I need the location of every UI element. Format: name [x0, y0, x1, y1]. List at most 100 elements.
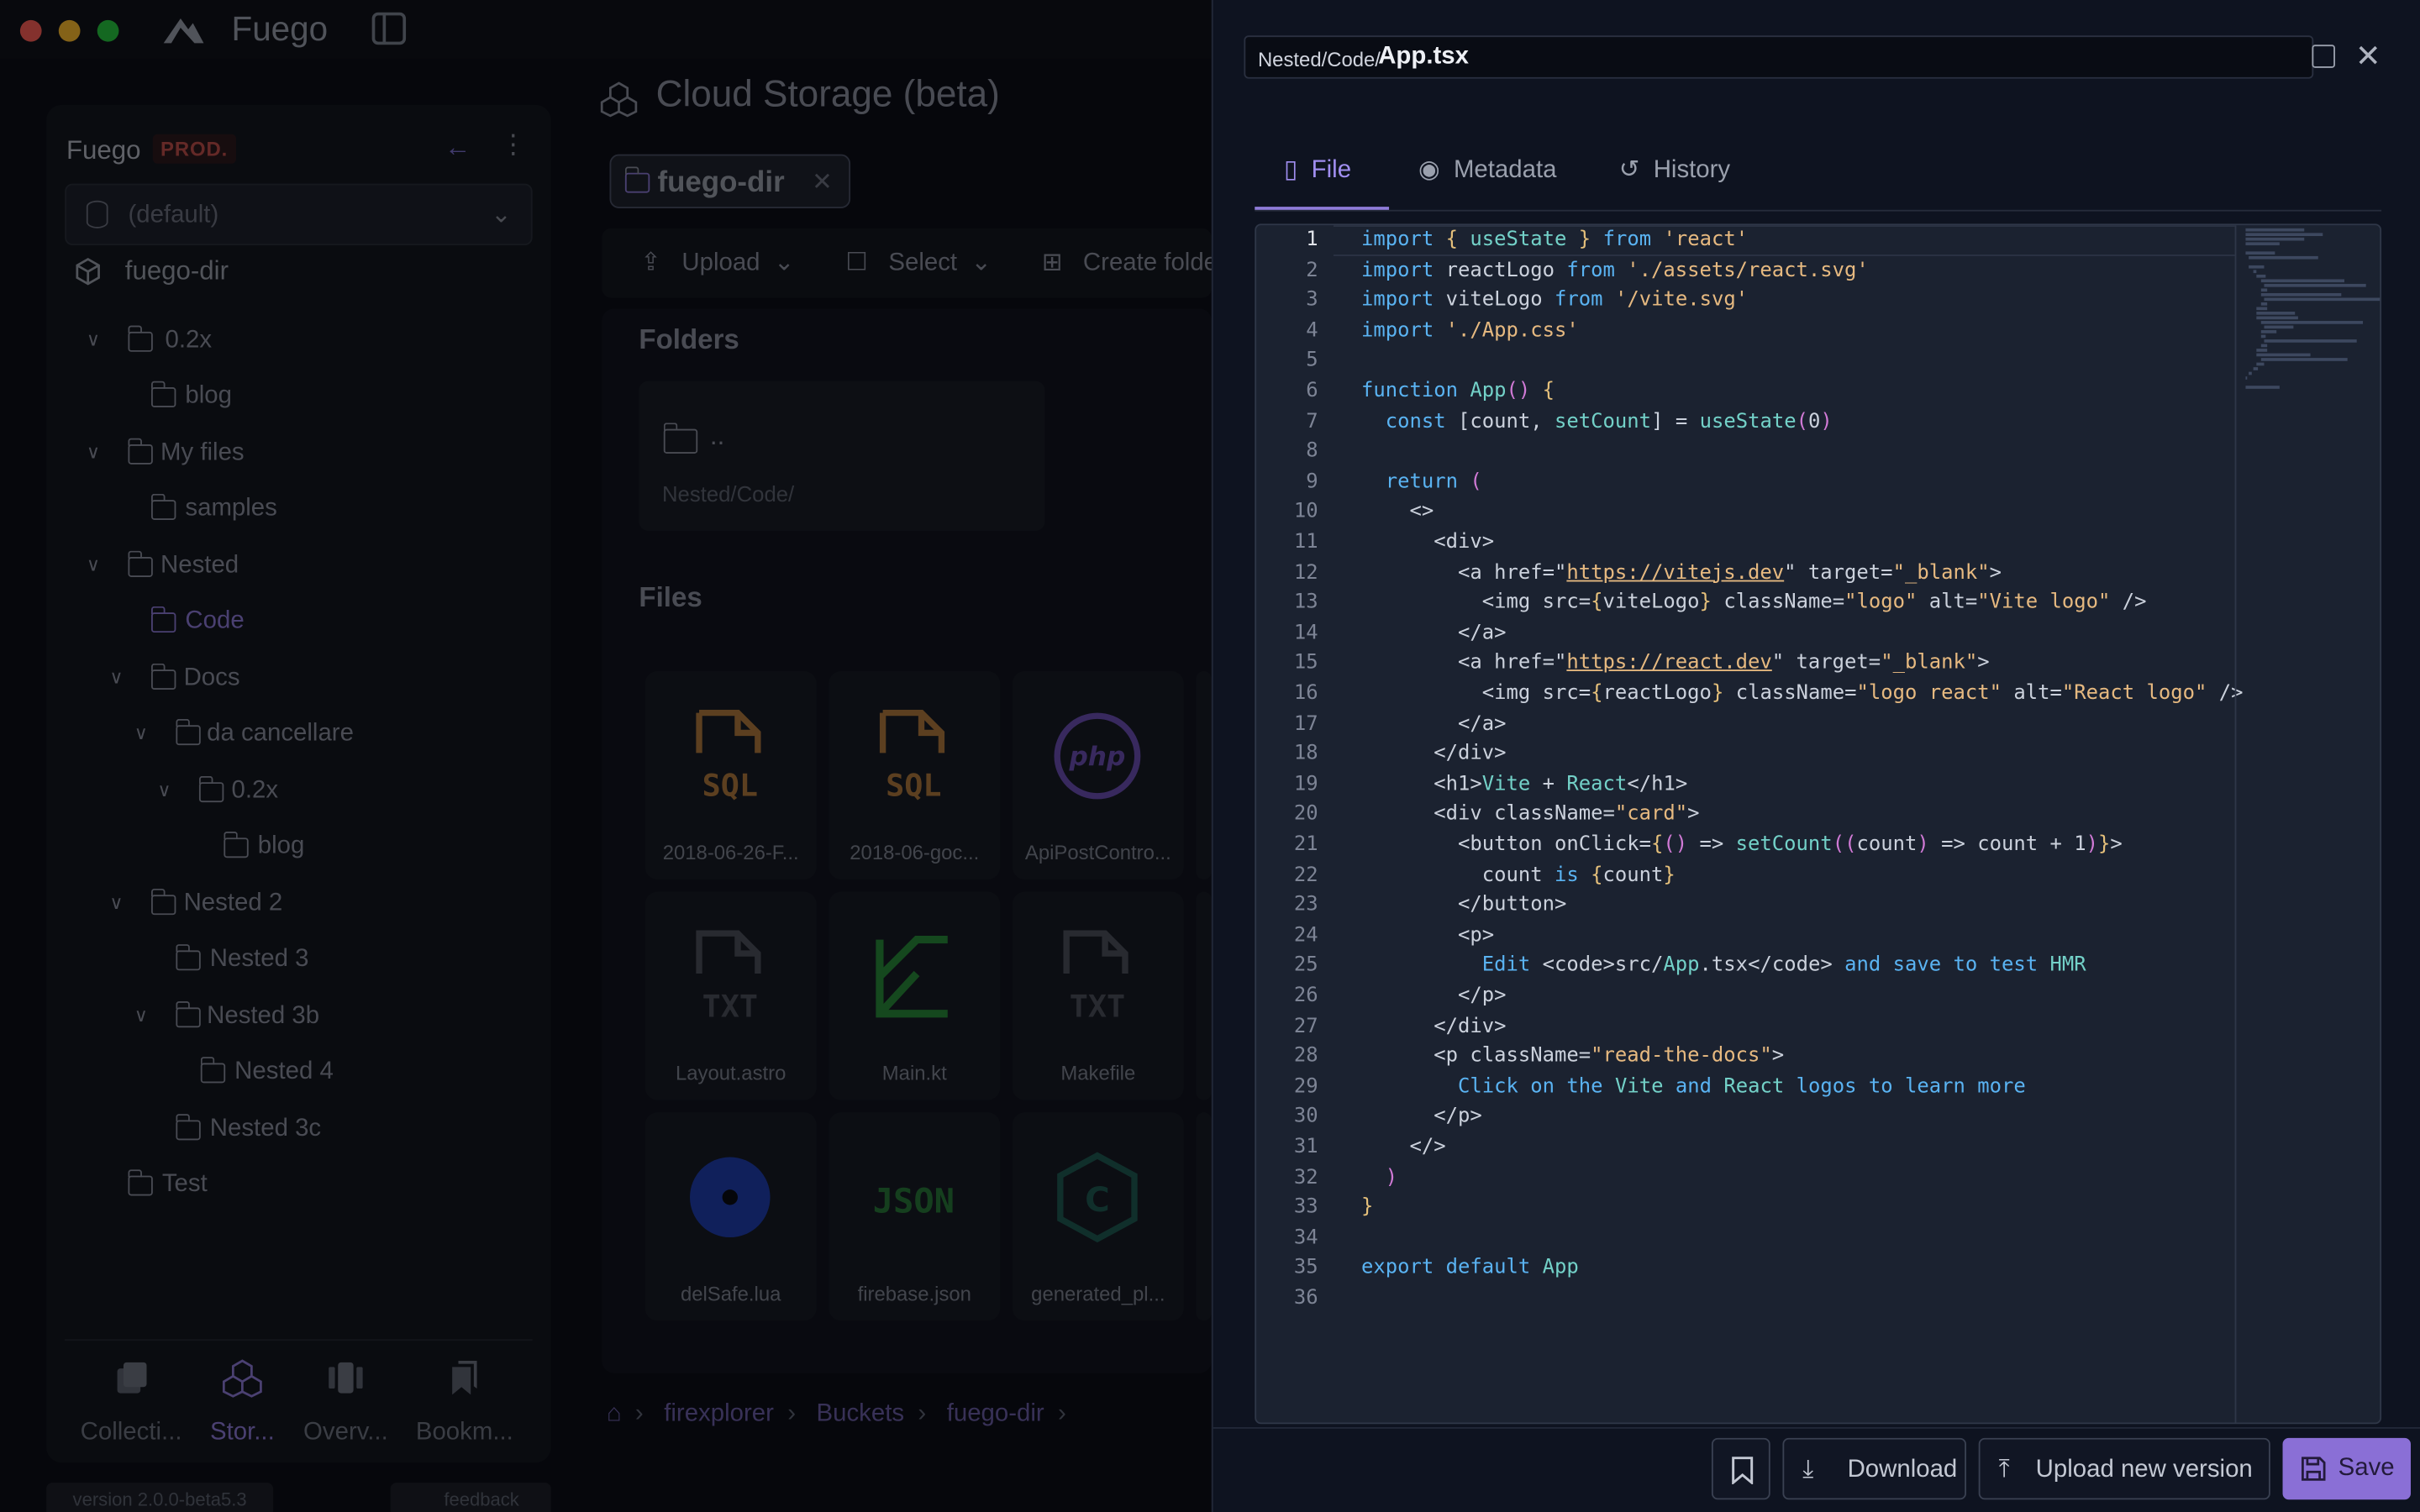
line-number: 15 [1293, 651, 1318, 675]
minimap-line [2245, 228, 2305, 232]
code-line[interactable]: <a href="https://react.dev" target="_bla… [1361, 652, 1990, 675]
minimap-line [2245, 242, 2280, 246]
line-number: 36 [1293, 1286, 1318, 1310]
line-number: 25 [1293, 953, 1318, 978]
code-line[interactable]: <> [1361, 501, 1434, 524]
file-icon: ▯ [1284, 157, 1298, 184]
line-number: 22 [1293, 863, 1318, 887]
minimap-line [2245, 251, 2275, 255]
code-line[interactable]: </p> [1361, 1105, 1482, 1129]
tab-history-label: History [1653, 157, 1731, 184]
code-line[interactable]: </> [1361, 1136, 1445, 1159]
tab-metadata[interactable]: ◉ Metadata [1418, 155, 1557, 186]
tab-file-label: File [1311, 157, 1352, 184]
modal-backdrop[interactable] [0, 0, 1212, 1512]
code-line[interactable]: <p> [1361, 924, 1494, 948]
line-number: 32 [1293, 1165, 1318, 1189]
code-line[interactable]: <h1>Vite + React</h1> [1361, 773, 1687, 796]
save-label: Save [2338, 1455, 2395, 1482]
line-number: 7 [1306, 409, 1318, 433]
code-line[interactable]: Click on the Vite and React logos to lea… [1361, 1075, 2026, 1099]
line-number: 33 [1293, 1195, 1318, 1220]
minimap-line [2260, 334, 2266, 339]
code-line[interactable]: <button onClick={() => setCount((count) … [1361, 833, 2123, 857]
minimap[interactable] [2234, 225, 2381, 1423]
file-drawer: Nested/Code/ App.tsx ✕ ▯ File ◉ Metadata… [1211, 0, 2420, 1512]
minimap-line [2260, 292, 2343, 297]
line-number: 26 [1293, 984, 1318, 1008]
code-editor[interactable]: 1 2 3 4 5 6 7 8 9 10 11 12 13 14 15 16 17 18 19 20 21 22 23 24 2… [1255, 223, 2382, 1425]
line-number: 31 [1293, 1135, 1318, 1159]
tab-file[interactable]: ▯ File [1284, 155, 1351, 186]
code-line[interactable]: ) [1361, 1166, 1397, 1189]
code-line[interactable]: </p> [1361, 984, 1507, 1008]
minimap-line [2245, 386, 2280, 389]
minimap-line [2245, 237, 2305, 241]
line-number: 4 [1306, 318, 1318, 343]
code-line[interactable]: function App() { [1361, 380, 1555, 403]
minimap-line [2256, 312, 2296, 315]
minimap-line [2256, 353, 2311, 357]
code-line[interactable]: } [1361, 1196, 1373, 1220]
minimap-line [2253, 367, 2259, 370]
code-line[interactable]: <a href="https://vitejs.dev" target="_bl… [1361, 561, 2002, 585]
upload-new-version-button[interactable]: ⤒ Upload new version [1978, 1437, 2270, 1500]
tab-underline [1255, 209, 2382, 212]
minimap-line [2256, 362, 2265, 366]
code-line[interactable]: import './App.css' [1361, 319, 1579, 343]
code-line[interactable]: </button> [1361, 894, 1566, 917]
line-number: 13 [1293, 591, 1318, 615]
code-line[interactable]: <p className="read-the-docs"> [1361, 1045, 1784, 1068]
line-number: 21 [1293, 832, 1318, 857]
code-line[interactable]: <div className="card"> [1361, 803, 1699, 827]
minimap-line [2260, 358, 2348, 361]
line-number: 20 [1293, 802, 1318, 827]
code-line[interactable]: Edit <code>src/App.tsx</code> and save t… [1361, 954, 2086, 978]
line-number: 2 [1306, 258, 1318, 282]
minimap-line [2260, 288, 2268, 292]
code-line[interactable]: import { useState } from 'react' [1361, 228, 1748, 252]
minimap-line [2264, 283, 2366, 287]
code-line[interactable]: </div> [1361, 1015, 1506, 1038]
minimap-line [2256, 316, 2298, 320]
minimap-line [2260, 279, 2344, 283]
expand-icon[interactable] [2312, 45, 2335, 68]
code-line[interactable]: </a> [1361, 622, 1507, 645]
code-line[interactable]: <img src={reactLogo} className="logo rea… [1361, 682, 2244, 706]
minimap-line [2253, 270, 2257, 274]
line-number: 19 [1293, 772, 1318, 796]
line-number: 3 [1306, 288, 1318, 312]
minimap-line [2264, 297, 2381, 302]
minimap-line [2245, 376, 2248, 380]
minimap-line [2260, 302, 2268, 306]
save-button[interactable]: Save [2282, 1437, 2411, 1500]
bookmark-button[interactable] [1711, 1437, 1770, 1500]
line-number: 10 [1293, 500, 1318, 524]
close-icon[interactable]: ✕ [2355, 37, 2381, 76]
file-path-name: App.tsx [1378, 43, 1469, 70]
download-label: Download [1847, 1456, 1958, 1483]
download-button[interactable]: ⤓ Download [1782, 1437, 1967, 1500]
code-line[interactable]: export default App [1361, 1257, 1579, 1280]
code-line[interactable]: return ( [1361, 470, 1482, 494]
upload-icon: ⤒ [1998, 1456, 2010, 1483]
code-line[interactable]: <div> [1361, 531, 1494, 554]
file-path-dir: Nested/Code/ [1257, 47, 1381, 71]
minimap-line [2249, 265, 2265, 269]
line-number: 1 [1306, 228, 1318, 252]
code-line[interactable]: const [count, setCount] = useState(0) [1361, 410, 1833, 433]
tab-history[interactable]: ↺ History [1619, 155, 1730, 186]
line-number: 9 [1306, 470, 1318, 494]
minimap-line [2256, 274, 2266, 278]
code-line[interactable]: <img src={viteLogo} className="logo" alt… [1361, 591, 2147, 615]
eye-icon: ◉ [1418, 157, 1440, 184]
line-number: 29 [1293, 1074, 1318, 1099]
line-number: 16 [1293, 681, 1318, 706]
code-line[interactable]: </a> [1361, 712, 1507, 736]
minimap-line [2264, 339, 2357, 343]
download-icon: ⤓ [1802, 1456, 1814, 1483]
code-line[interactable]: import viteLogo from '/vite.svg' [1361, 289, 1748, 312]
code-line[interactable]: </div> [1361, 743, 1506, 766]
code-line[interactable]: count is {count} [1361, 864, 1676, 887]
code-line[interactable]: import reactLogo from './assets/react.sv… [1361, 259, 1869, 282]
